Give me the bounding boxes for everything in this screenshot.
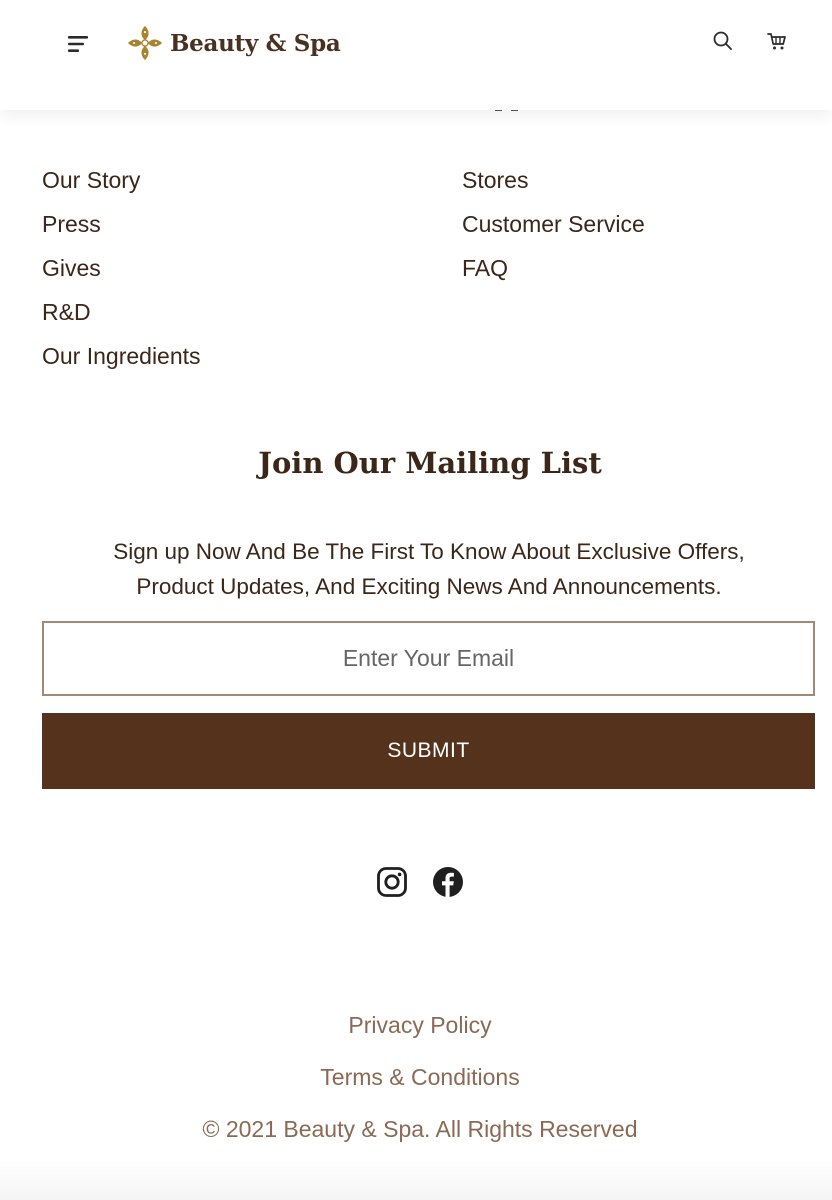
link-faq[interactable]: FAQ [462,250,645,294]
instagram-icon[interactable] [376,866,408,898]
search-icon[interactable] [712,30,734,52]
flower-logo-icon [127,25,163,61]
site-header: Beauty & Spa [0,0,832,110]
link-customer-service[interactable]: Customer Service [462,206,645,250]
bottom-fade [0,1160,832,1200]
link-our-ingredients[interactable]: Our Ingredients [42,338,201,382]
email-input[interactable] [42,621,815,696]
facebook-icon[interactable] [432,866,464,898]
submit-button[interactable]: SUBMIT [42,713,815,789]
brand-name: Beauty & Spa [170,29,341,57]
mailing-list-title: Join Our Mailing List [258,446,602,480]
menu-icon[interactable] [66,34,92,54]
mailing-description-line: Product Updates, And Exciting News And A… [136,574,722,599]
mailing-description-line: Sign up Now And Be The First To Know Abo… [113,539,745,564]
footer-links-company: Our Story Press Gives R&D Our Ingredient… [42,162,201,382]
cart-icon[interactable] [766,30,788,52]
link-our-story[interactable]: Our Story [42,162,201,206]
link-privacy-policy[interactable]: Privacy Policy [348,1012,491,1038]
copyright-text: © 2021 Beauty & Spa. All Rights Reserved [202,1116,638,1142]
link-gives[interactable]: Gives [42,250,201,294]
link-terms-conditions[interactable]: Terms & Conditions [320,1064,519,1090]
terms-row: Terms & Conditions [0,1064,832,1091]
link-stores[interactable]: Stores [462,162,645,206]
privacy-policy-row: Privacy Policy [0,1012,832,1039]
brand-logo[interactable]: Beauty & Spa [126,24,341,62]
link-press[interactable]: Press [42,206,201,250]
footer-links-support: Stores Customer Service FAQ [462,162,645,294]
link-rnd[interactable]: R&D [42,294,201,338]
mailing-list-description: Sign up Now And Be The First To Know Abo… [42,534,816,604]
